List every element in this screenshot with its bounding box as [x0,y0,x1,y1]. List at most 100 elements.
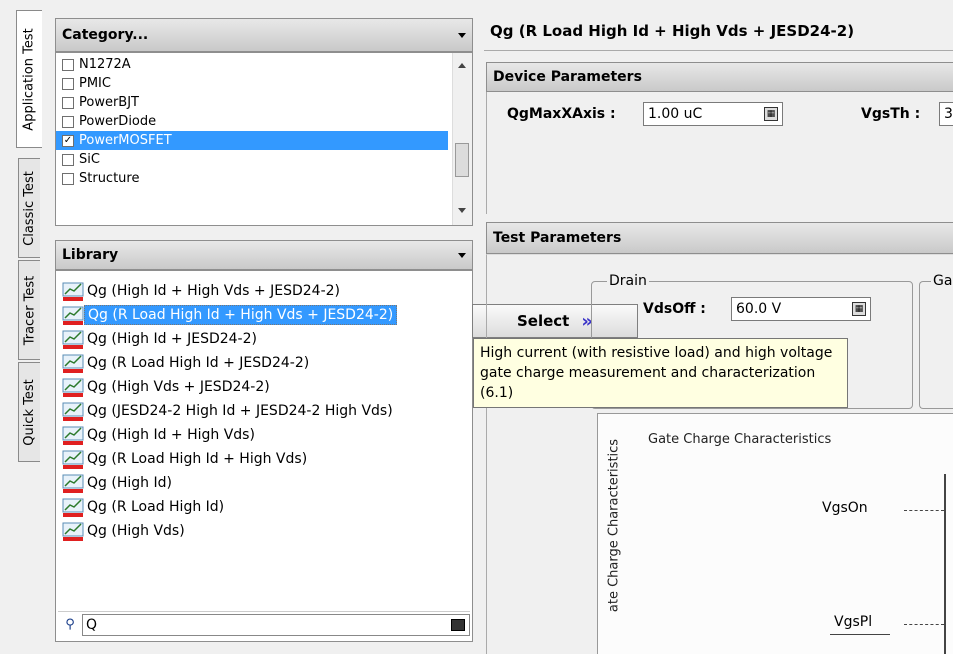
test-chart-icon [62,280,84,302]
gate-charge-chart: Gate Charge Characteristics ate Charge C… [597,413,953,654]
library-header[interactable]: Library [55,240,473,270]
category-item[interactable]: PowerDiode [56,112,448,131]
gate-group-label: Ga [931,273,953,289]
library-item-label: Qg (R Load High Id + High Vds) [87,451,308,467]
qgmax-field[interactable]: 1.00 uC ▦ [643,102,783,126]
test-chart-icon [62,424,84,446]
library-item-label: Qg (R Load High Id) [87,499,225,515]
category-item-label: PowerDiode [79,114,157,129]
calculator-icon[interactable]: ▦ [852,302,866,316]
vdsoff-label: VdsOff : [643,301,706,317]
gate-group [919,281,953,409]
library-item[interactable]: Qg (High Id) [58,471,470,495]
checkbox[interactable] [62,77,74,90]
library-item-label: Qg (High Vds + JESD24-2) [87,379,270,395]
search-bar: ⚲ Q [58,611,470,637]
vgson-line [904,510,944,511]
vertical-tab-bar: Application Test Classic Test Tracer Tes… [8,8,50,654]
tab-classic-test[interactable]: Classic Test [18,158,40,258]
library-item[interactable]: Qg (High Id + High Vds + JESD24-2) [58,279,470,303]
category-item-label: SiC [79,152,100,167]
category-list: N1272A PMIC PowerBJT PowerDiode ✓ PowerMOSFET… [55,52,473,226]
library-title: Library [62,247,119,263]
category-item-label: Structure [79,171,140,186]
chart-axis [944,474,946,654]
tab-tracer-test[interactable]: Tracer Test [18,260,40,360]
search-input[interactable]: Q [82,613,470,636]
category-item[interactable]: PowerBJT [56,93,448,112]
library-item-label: Qg (High Id + High Vds) [87,427,255,443]
category-item[interactable]: N1272A [56,55,448,74]
library-item[interactable]: Qg (R Load High Id) [58,495,470,519]
test-chart-icon [62,352,84,374]
qgmax-label: QgMaxXAxis : [507,106,616,122]
library-item[interactable]: Qg (High Id + JESD24-2) [58,327,470,351]
scroll-up-icon[interactable] [458,63,466,68]
library-item[interactable]: Qg (JESD24-2 High Id + JESD24-2 High Vds… [58,399,470,423]
page-title: Qg (R Load High Id + High Vds + JESD24-2… [490,22,855,40]
vgspl-underline [830,634,890,635]
test-params-header: Test Parameters [486,222,953,254]
chart-ylabel: ate Charge Characteristics [606,438,622,613]
category-item-label: PowerBJT [79,95,139,110]
category-item-label: N1272A [79,57,131,72]
library-item[interactable]: Qg (R Load High Id + High Vds) [58,447,470,471]
vgspl-label: VgsPl [834,614,873,630]
tab-application-test[interactable]: Application Test [16,10,42,148]
vdsoff-field[interactable]: 60.0 V ▦ [731,297,871,321]
library-item-label: Qg (High Id + JESD24-2) [87,331,257,347]
vgspl-line [904,624,944,625]
category-title: Category... [62,27,149,43]
vgson-label: VgsOn [822,500,868,516]
test-chart-icon [62,472,84,494]
library-item[interactable]: Qg (R Load High Id + JESD24-2) [58,351,470,375]
right-panel: Qg (R Load High Id + High Vds + JESD24-2… [484,14,953,654]
test-chart-icon [62,448,84,470]
test-chart-icon [62,328,84,350]
category-header[interactable]: Category... [55,18,473,52]
library-item-label: Qg (High Vds) [87,523,185,539]
library-item[interactable]: Qg (High Vds + JESD24-2) [58,375,470,399]
device-params-header: Device Parameters [486,62,953,92]
library-item[interactable]: Qg (R Load High Id + High Vds + JESD24-2… [58,303,470,327]
category-item-label: PowerMOSFET [79,133,172,148]
library-item-label: Qg (R Load High Id + JESD24-2) [87,355,310,371]
category-item[interactable]: SiC [56,150,448,169]
chevron-down-icon[interactable] [458,253,466,258]
category-item[interactable]: PMIC [56,74,448,93]
library-item-label: Qg (R Load High Id + High Vds + JESD24-2… [84,305,398,325]
chart-title: Gate Charge Characteristics [648,432,832,447]
checkbox[interactable] [62,115,74,128]
vgsth-label: VgsTh : [861,106,921,122]
scroll-down-icon[interactable] [458,208,466,213]
checkbox[interactable] [62,153,74,166]
library-item-label: Qg (High Id) [87,475,172,491]
category-scrollbar[interactable] [452,53,472,225]
category-item[interactable]: Structure [56,169,448,188]
library-item[interactable]: Qg (High Vds) [58,519,470,543]
tooltip: High current (with resistive load) and h… [473,338,848,408]
vgsth-field[interactable]: 3 [939,102,953,126]
test-chart-icon [62,496,84,518]
test-chart-icon [62,520,84,542]
scrollbar-thumb[interactable] [455,143,469,177]
chevron-down-icon[interactable] [458,33,466,38]
keyboard-icon[interactable] [451,618,465,631]
library-item[interactable]: Qg (High Id + High Vds) [58,423,470,447]
category-item-label: PMIC [79,76,111,91]
test-chart-icon [62,304,84,326]
library-item-label: Qg (JESD24-2 High Id + JESD24-2 High Vds… [87,403,393,419]
checkbox[interactable]: ✓ [62,134,74,147]
checkbox[interactable] [62,172,74,185]
checkbox[interactable] [62,96,74,109]
test-chart-icon [62,400,84,422]
checkbox[interactable] [62,58,74,71]
library-item-label: Qg (High Id + High Vds + JESD24-2) [87,283,340,299]
tab-quick-test[interactable]: Quick Test [18,362,40,462]
binoculars-icon[interactable]: ⚲ [58,617,82,632]
category-item[interactable]: ✓ PowerMOSFET [56,131,448,150]
drain-group-label: Drain [607,273,649,289]
library-list: Qg (High Id + High Vds + JESD24-2) Qg (R … [55,270,473,642]
calculator-icon[interactable]: ▦ [764,107,778,121]
test-chart-icon [62,376,84,398]
